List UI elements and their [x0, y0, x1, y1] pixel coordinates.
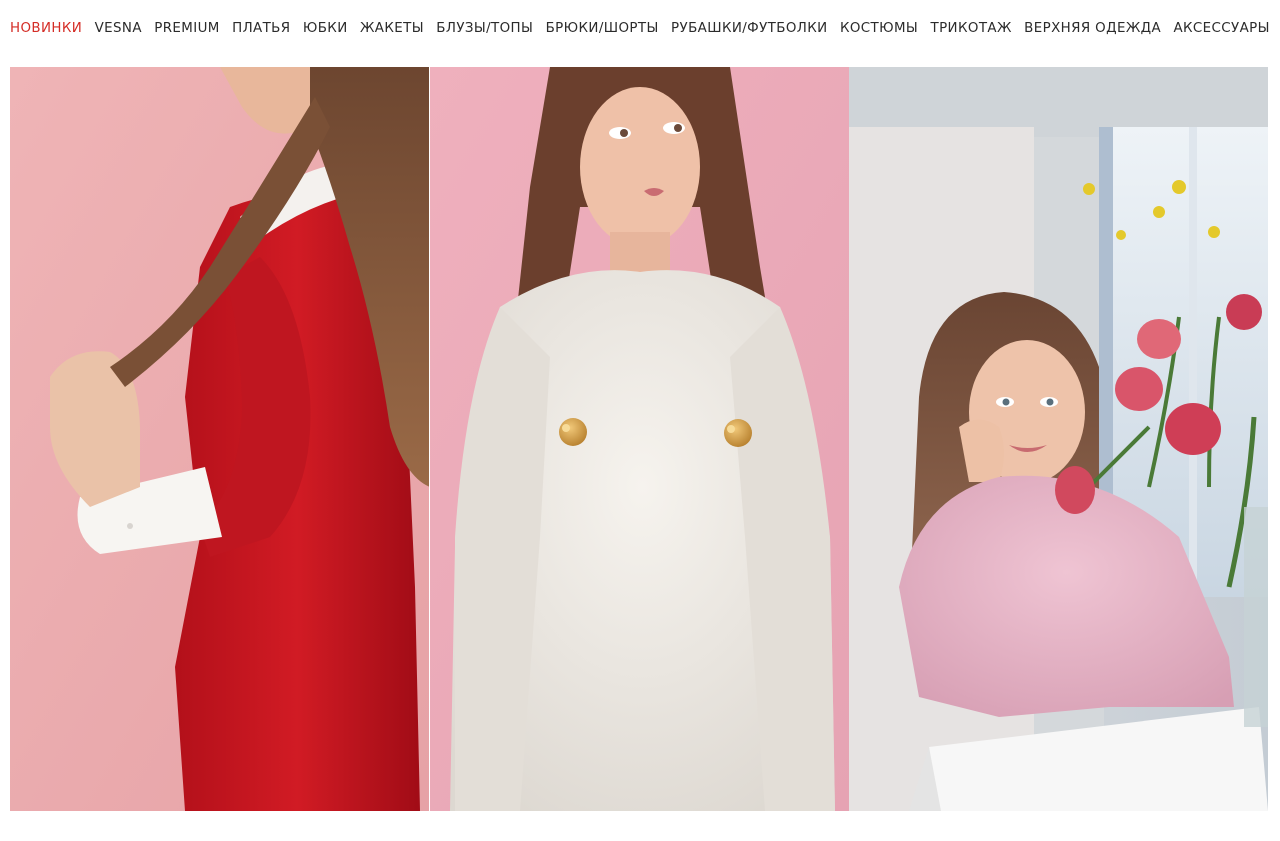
nav-item-novinki[interactable]: НОВИНКИ — [10, 22, 82, 36]
nav-item-zhakety[interactable]: ЖАКЕТЫ — [360, 22, 424, 36]
nav-item-bryuki-shorty[interactable]: БРЮКИ/ШОРТЫ — [546, 22, 659, 36]
nav-item-vesna[interactable]: VESNA — [95, 22, 142, 36]
main-navigation: НОВИНКИ VESNA PREMIUM ПЛАТЬЯ ЮБКИ ЖАКЕТЫ… — [10, 0, 1270, 58]
nav-item-trikotazh[interactable]: ТРИКОТАЖ — [931, 22, 1012, 36]
red-dress-photo — [10, 67, 429, 811]
nav-item-verkhnyaya-odezhda[interactable]: ВЕРХНЯЯ ОДЕЖДА — [1024, 22, 1161, 36]
nav-item-kostyumy[interactable]: КОСТЮМЫ — [840, 22, 918, 36]
nav-item-aksessuary[interactable]: АКСЕССУАРЫ — [1173, 22, 1269, 36]
nav-item-bluzy-topy[interactable]: БЛУЗЫ/ТОПЫ — [436, 22, 533, 36]
nav-item-yubki[interactable]: ЮБКИ — [303, 22, 348, 36]
gallery-tile-red-dress[interactable] — [10, 67, 429, 811]
nav-item-premium[interactable]: PREMIUM — [154, 22, 220, 36]
gallery-tile-white-sweater[interactable] — [429, 67, 849, 811]
white-sweater-photo — [429, 67, 849, 811]
gold-button-right — [723, 419, 752, 447]
nav-item-platya[interactable]: ПЛАТЬЯ — [232, 22, 290, 36]
pink-sweater-photo — [849, 67, 1268, 811]
gallery-tile-pink-sweater[interactable] — [849, 67, 1268, 811]
nav-item-rubashki-futbolki[interactable]: РУБАШКИ/ФУТБОЛКИ — [671, 22, 828, 36]
gold-button-left — [558, 418, 587, 446]
product-gallery — [10, 67, 1268, 811]
